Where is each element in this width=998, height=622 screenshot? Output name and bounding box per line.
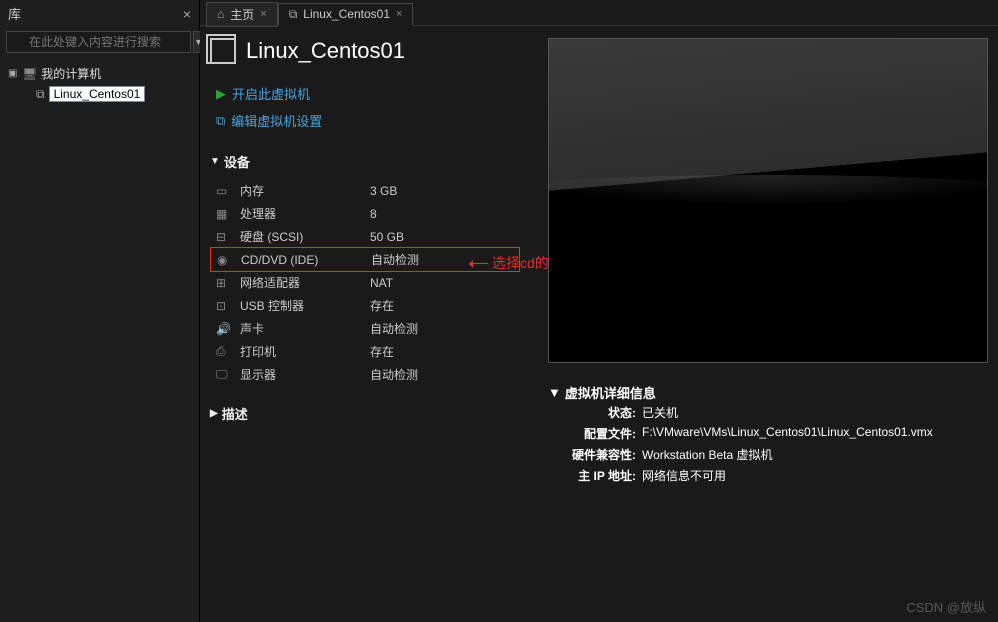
memory-icon: ▭ bbox=[216, 184, 232, 198]
vm-info-header[interactable]: ▼ 虚拟机详细信息 bbox=[548, 383, 988, 402]
vm-preview[interactable] bbox=[548, 38, 988, 363]
device-cpu[interactable]: ▦ 处理器 8 bbox=[210, 202, 520, 225]
chevron-down-icon: ▼ bbox=[548, 385, 561, 400]
device-display[interactable]: 🖵 显示器 自动检测 bbox=[210, 363, 520, 386]
close-icon[interactable]: × bbox=[260, 8, 266, 20]
watermark: CSDN @放纵 bbox=[906, 597, 986, 616]
home-icon: ⌂ bbox=[217, 7, 224, 21]
vm-title-row: Linux_Centos01 bbox=[210, 38, 520, 64]
device-printer[interactable]: ⎙ 打印机 存在 bbox=[210, 340, 520, 363]
power-on-label: 开启此虚拟机 bbox=[232, 84, 310, 103]
page-title: Linux_Centos01 bbox=[246, 38, 405, 64]
vm-icon: ⧉ bbox=[289, 7, 298, 22]
info-row-status: 状态: 已关机 bbox=[548, 402, 988, 423]
vm-large-icon bbox=[210, 38, 236, 64]
close-icon[interactable]: × bbox=[183, 6, 191, 22]
collapse-icon[interactable]: ▣ bbox=[8, 68, 18, 79]
devices-section-title: 设备 bbox=[224, 152, 250, 171]
info-row-compat: 硬件兼容性: Workstation Beta 虚拟机 bbox=[548, 444, 988, 465]
disk-icon: ⊟ bbox=[216, 230, 232, 244]
tree-root-label: 我的计算机 bbox=[41, 65, 101, 82]
computer-icon: 🖥 bbox=[22, 67, 37, 81]
settings-icon: ⧉ bbox=[216, 113, 225, 129]
library-tree: ▣ 🖥 我的计算机 ⧉ Linux_Centos01 bbox=[0, 57, 199, 622]
device-network[interactable]: ⊞ 网络适配器 NAT bbox=[210, 271, 520, 294]
cpu-icon: ▦ bbox=[216, 207, 232, 221]
tab-bar: ⌂ 主页 × ⧉ Linux_Centos01 × bbox=[200, 0, 998, 26]
search-input[interactable] bbox=[6, 31, 191, 53]
info-row-config: 配置文件: F:\VMware\VMs\Linux_Centos01\Linux… bbox=[548, 423, 988, 444]
edit-settings-link[interactable]: ⧉ 编辑虚拟机设置 bbox=[210, 107, 520, 134]
edit-settings-label: 编辑虚拟机设置 bbox=[231, 111, 322, 130]
device-disk[interactable]: ⊟ 硬盘 (SCSI) 50 GB bbox=[210, 225, 520, 248]
description-section-header[interactable]: ▶ 描述 bbox=[210, 404, 520, 423]
tab-label: Linux_Centos01 bbox=[303, 7, 390, 21]
main-area: ⌂ 主页 × ⧉ Linux_Centos01 × Linux_Centos01… bbox=[200, 0, 998, 622]
cd-icon: ◉ bbox=[217, 253, 233, 267]
play-icon: ▶ bbox=[216, 86, 226, 102]
display-icon: 🖵 bbox=[216, 367, 232, 382]
printer-icon: ⎙ bbox=[216, 344, 232, 359]
usb-icon: ⊡ bbox=[216, 299, 232, 313]
chevron-down-icon: ▼ bbox=[210, 156, 220, 167]
library-sidebar: 库 × 🔍 ▼ ▣ 🖥 我的计算机 ⧉ Linux_Centos01 bbox=[0, 0, 200, 622]
chevron-right-icon: ▶ bbox=[210, 408, 218, 419]
sidebar-title: 库 bbox=[8, 4, 183, 23]
sound-icon: 🔊 bbox=[216, 322, 232, 336]
vm-info-title: 虚拟机详细信息 bbox=[565, 383, 656, 402]
tab-home[interactable]: ⌂ 主页 × bbox=[206, 2, 278, 27]
tree-root-my-computer[interactable]: ▣ 🖥 我的计算机 bbox=[4, 63, 195, 84]
device-memory[interactable]: ▭ 内存 3 GB bbox=[210, 179, 520, 202]
vm-icon: ⧉ bbox=[36, 87, 45, 102]
power-on-link[interactable]: ▶ 开启此虚拟机 bbox=[210, 80, 520, 107]
sidebar-header: 库 × bbox=[0, 0, 199, 27]
tab-vm[interactable]: ⧉ Linux_Centos01 × bbox=[278, 3, 414, 26]
tab-label: 主页 bbox=[230, 6, 254, 23]
info-row-ip: 主 IP 地址: 网络信息不可用 bbox=[548, 465, 988, 486]
device-sound[interactable]: 🔊 声卡 自动检测 bbox=[210, 317, 520, 340]
device-usb[interactable]: ⊡ USB 控制器 存在 bbox=[210, 294, 520, 317]
tree-item-label: Linux_Centos01 bbox=[49, 86, 146, 102]
device-list: ▭ 内存 3 GB ▦ 处理器 8 ⊟ 硬盘 (SCSI) 50 GB bbox=[210, 179, 520, 386]
arrow-icon bbox=[470, 263, 488, 264]
tree-item-vm[interactable]: ⧉ Linux_Centos01 bbox=[4, 84, 195, 104]
devices-section-header[interactable]: ▼ 设备 bbox=[210, 152, 520, 171]
close-icon[interactable]: × bbox=[396, 8, 402, 20]
description-section-title: 描述 bbox=[222, 404, 248, 423]
network-icon: ⊞ bbox=[216, 276, 232, 290]
